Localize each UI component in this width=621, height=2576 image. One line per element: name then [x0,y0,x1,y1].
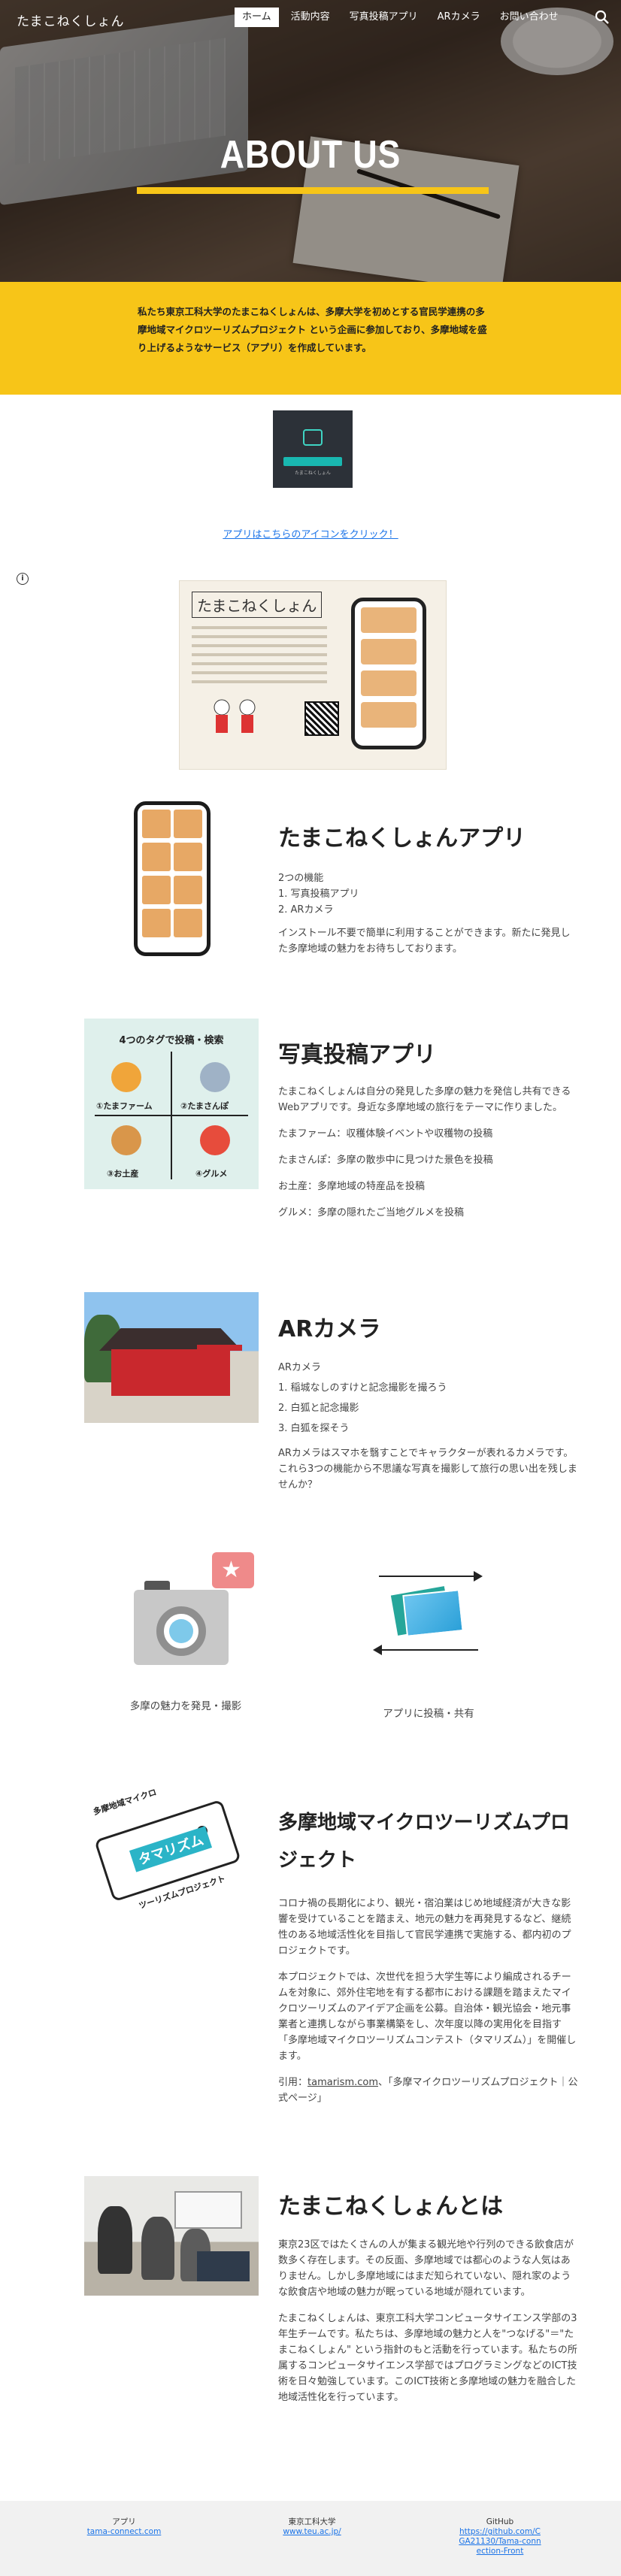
app-phone-image [134,801,211,956]
app-section-title: たまこねくしょんアプリ [278,825,526,852]
citation-prefix: 引用： [278,2077,308,2088]
footer-col-university: 東京工科大学 www.teu.ac.jp/ [248,2517,376,2537]
illustration-caption-left: 多摩の魅力を発見・撮影 [129,1700,242,1712]
camera-illustration-icon: ★ [128,1552,254,1680]
tag-caption-farm: ①たまファーム [96,1101,153,1111]
nav-item-activities[interactable]: 活動内容 [283,8,338,27]
nav-item-photo-app[interactable]: 写真投稿アプリ [342,8,426,27]
main-nav: ホーム 活動内容 写真投稿アプリ ARカメラ お問い合わせ [235,8,571,27]
project-para-2: 本プロジェクトでは、次世代を担う大学生等により編成されるチームを対象に、郊外住宅… [278,1972,577,2062]
tamarism-logo: 多摩地域マイクロ タマリズム ツーリズムプロジェクト [84,1787,259,1919]
footer-col-app: アプリ tama-connect.com [60,2517,188,2537]
ar-line-4: 3. 白狐を探そう [278,1423,350,1434]
share-illustration-icon [368,1557,489,1670]
nav-item-ar-camera[interactable]: ARカメラ [430,8,488,27]
project-section-body: コロナ禍の長期化により、観光・宿泊業はじめ地域経済が大きな影響を受けていることを… [278,1896,579,2117]
about-section-body: 東京23区ではたくさんの人が集まる観光地や行列のできる飲食店が数多く存在します。… [278,2237,579,2416]
project-citation: 引用：tamarism.com、「多摩マイクロツーリズムプロジェクト｜公式ページ… [278,2075,579,2106]
footer-app-label: アプリ [112,2517,136,2526]
intro-band: 私たち東京工科大学のたまこねくしょんは、多摩大学を初めとする官民学連携の多摩地域… [0,282,621,395]
footer-github-link[interactable]: https://github.com/CGA21130/Tama-connect… [436,2527,564,2556]
illustration-caption-right: アプリに投稿・共有 [383,1708,474,1720]
info-icon[interactable]: i [17,573,29,585]
hero-banner: ABOUT US [0,0,621,282]
tamarism-logo-top-text: 多摩地域マイクロ [92,1787,158,1818]
ar-desc: ARカメラはスマホを翳すことでキャラクターが表れるカメラです。これら3つの機能か… [278,1448,577,1491]
photo-para-1: たまこねくしょんは自分の発見した多摩の魅力を発信し共有できるWebアプリです。身… [278,1086,571,1113]
app-link[interactable]: アプリ [223,529,252,540]
photo-para-2: たまファーム：収穫体験イベントや収穫物の投稿 [278,1128,493,1140]
flyer-title: たまこねくしょん [192,592,323,618]
project-para-1: コロナ禍の長期化により、観光・宿泊業はじめ地域経済が大きな影響を受けていることを… [278,1898,571,1957]
app-icon-ribbon [283,457,342,466]
qr-code-image [304,701,339,736]
walking-person-icon [200,1062,230,1092]
footer-university-label: 東京工科大学 [288,2517,336,2526]
nav-item-contact[interactable]: お問い合わせ [492,8,566,27]
ar-line-2: 1. 稲城なしのすけと記念撮影を撮ろう [278,1382,447,1394]
hero-title-underline [137,187,489,194]
app-desc: インストール不要で簡単に利用することができます。新たに発見した多摩地域の魅力をお… [278,928,571,955]
intro-text: 私たち東京工科大学のたまこねくしょんは、多摩大学を初めとする官民学連携の多摩地域… [138,306,487,353]
footer: アプリ tama-connect.com 東京工科大学 www.teu.ac.j… [0,2501,621,2576]
hero-title: ABOUT US [220,133,401,177]
site-title[interactable]: たまこねくしょん [17,11,125,29]
app-line-3: 2. ARカメラ [278,904,334,916]
tag-caption-gourmet: ④グルメ [195,1169,228,1179]
ar-line-3: 2. 白狐と記念撮影 [278,1403,359,1414]
nav-item-home[interactable]: ホーム [235,8,279,27]
flyer-phone-mockup [351,598,426,749]
tags-illustration: 4つのタグで投稿・検索 ①たまファーム ②たまさんぽ ③お土産 ④グルメ [84,1019,259,1189]
camera-icon [303,429,323,446]
app-line-2: 1. 写真投稿アプリ [278,888,359,900]
app-icon-label: たまこねくしょん [295,471,331,476]
search-icon[interactable] [594,9,610,26]
photo-para-5: グルメ：多摩の隠れたご当地グルメを投稿 [278,1207,465,1218]
gourmet-pot-icon [200,1125,230,1155]
app-icon-button[interactable]: たまこねくしょん [273,410,353,488]
ar-section-body: ARカメラ 1. 稲城なしのすけと記念撮影を撮ろう 2. 白狐と記念撮影 3. … [278,1360,579,1503]
photo-section-body: たまこねくしょんは自分の発見した多摩の魅力を発信し共有できるWebアプリです。身… [278,1084,579,1231]
app-flyer-image: たまこねくしょん [179,580,447,770]
tags-image-title: 4つのタグで投稿・検索 [119,1035,224,1046]
photo-para-3: たまさんぽ：多摩の散歩中に見つけた景色を投稿 [278,1155,493,1166]
app-line-1: 2つの機能 [278,873,324,884]
tag-caption-walk: ②たまさんぽ [180,1101,229,1111]
souvenir-icon [111,1125,141,1155]
photo-section-title: 写真投稿アプリ [278,1042,436,1068]
about-para-1: 東京23区ではたくさんの人が集まる観光地や行列のできる飲食店が数多く存在します。… [278,2239,574,2298]
footer-university-link[interactable]: www.teu.ac.jp/ [248,2527,376,2537]
tamarism-link[interactable]: tamarism.com [307,2077,378,2088]
ar-line-1: ARカメラ [278,1362,321,1373]
app-link-rest: はこちらのアイコンをクリック！ [252,529,398,540]
photo-para-4: お土産：多摩地域の特産品を投稿 [278,1181,426,1192]
app-link-text[interactable]: アプリはこちらのアイコンをクリック！ [0,526,621,540]
shrine-photo [84,1292,259,1423]
footer-github-label: GitHub [486,2517,514,2526]
ar-section-title: ARカメラ [278,1316,381,1342]
flyer-text-lines [192,626,327,689]
app-section-body: 2つの機能 1. 写真投稿アプリ 2. ARカメラ インストール不要で簡単に利用… [278,870,579,967]
vegetables-icon [111,1062,141,1092]
tag-caption-souvenir: ③お土産 [107,1169,139,1179]
footer-col-github: GitHub https://github.com/CGA21130/Tama-… [436,2517,564,2556]
flyer-characters-image [214,699,256,733]
top-navigation-bar: たまこねくしょん ホーム 活動内容 写真投稿アプリ ARカメラ お問い合わせ [0,0,621,38]
about-para-2: たまこねくしょんは、東京工科大学コンピュータサイエンス学部の3年生チームです。私… [278,2313,577,2403]
footer-app-link[interactable]: tama-connect.com [60,2527,188,2537]
team-photo [84,2176,259,2296]
about-section-title: たまこねくしょんとは [278,2193,504,2220]
project-section-title: 多摩地域マイクロツーリズムプロジェクト [278,1812,570,1872]
